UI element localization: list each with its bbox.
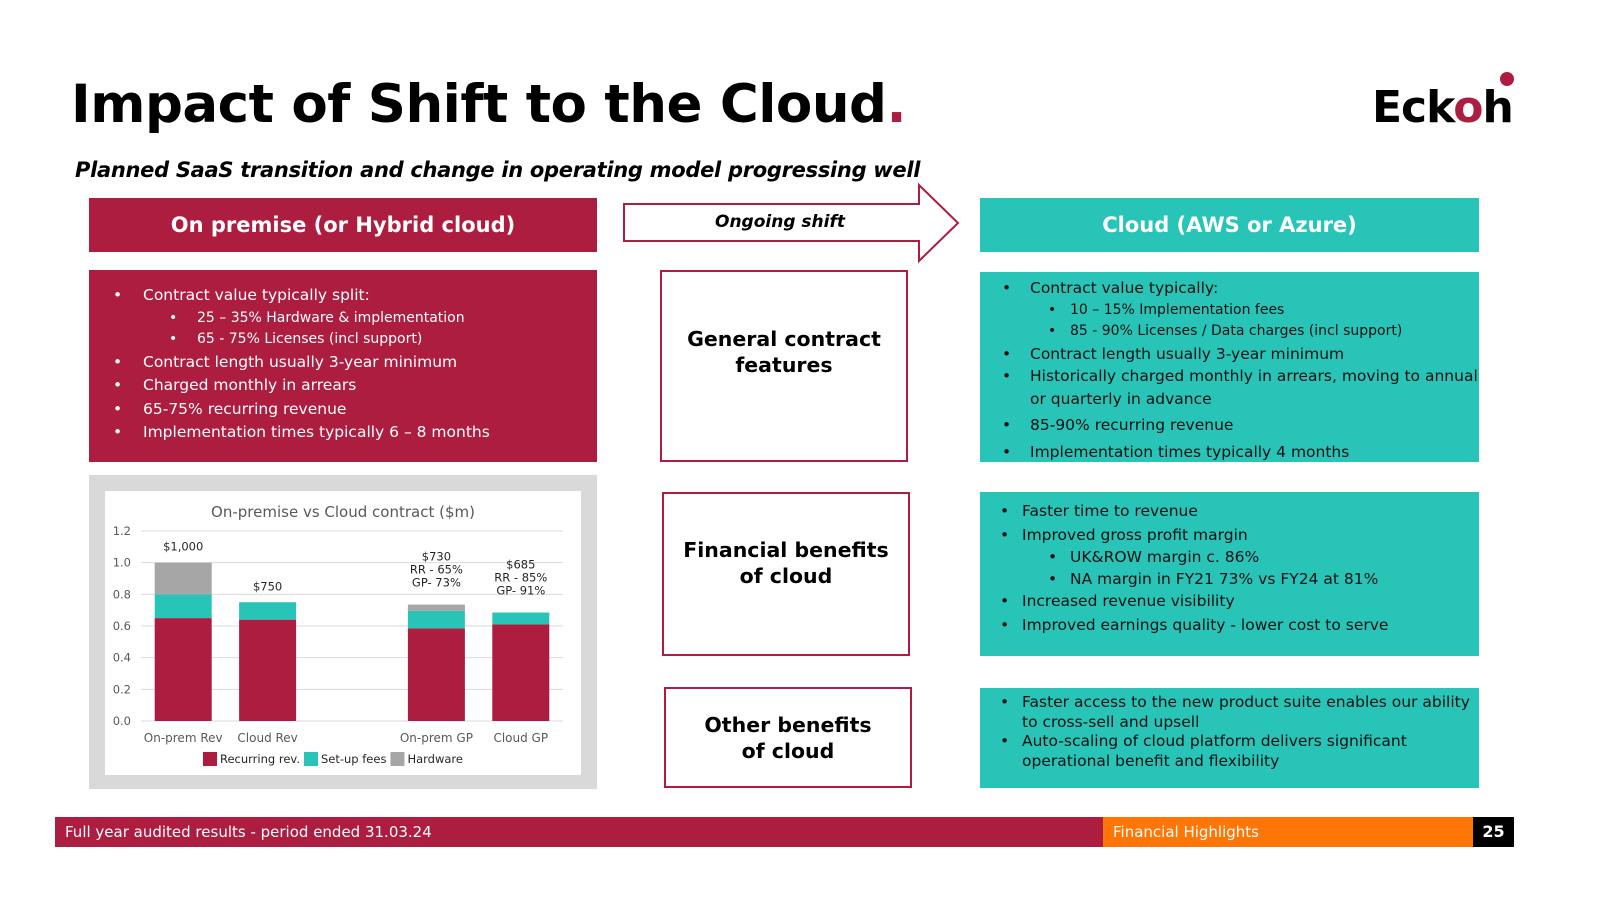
- sub-bullet-item: 85 - 90% Licenses / Data charges (incl s…: [980, 321, 1479, 343]
- bar-segment-recurring-rev: [407, 628, 465, 721]
- page-subtitle: Planned SaaS transition and change in op…: [75, 158, 921, 182]
- bullet-item: Implementation times typically 6 – 8 mon…: [89, 421, 597, 445]
- box-label-line: General contract: [687, 327, 881, 351]
- bullet-item: Contract length usually 3-year minimum: [980, 343, 1479, 366]
- bullet-item: Charged monthly in arrears: [89, 374, 597, 398]
- other-benefits-box: Other benefits of cloud: [664, 687, 912, 788]
- bar-segment-hardware: [407, 604, 465, 611]
- legend-swatch: [203, 752, 217, 766]
- bullet-item: Contract length usually 3-year minimum: [89, 351, 597, 375]
- bar-segment-set-up-fees: [154, 594, 212, 619]
- bullet-item: Improved earnings quality - lower cost t…: [980, 614, 1479, 638]
- box-label-line: Financial benefits: [683, 538, 889, 562]
- chart-title: On-premise vs Cloud contract ($m): [211, 503, 475, 521]
- bullet-item: Faster access to the new product suite e…: [980, 693, 1479, 732]
- sub-bullet-item: 65 - 75% Licenses (incl support): [89, 329, 597, 351]
- bullet-item: Contract value typically:: [980, 277, 1479, 300]
- legend-label: Recurring rev.: [220, 752, 300, 766]
- x-tick-label: On-prem Rev: [144, 731, 223, 745]
- data-label: RR - 85%: [494, 571, 547, 585]
- data-label: GP- 91%: [496, 584, 545, 598]
- general-contract-features-box: General contract features: [660, 270, 908, 462]
- y-tick-label: 0.4: [113, 651, 131, 665]
- footer-period-text: Full year audited results - period ended…: [55, 817, 1103, 847]
- logo-text-suffix: h: [1482, 82, 1513, 133]
- logo-dot-icon: [1500, 72, 1514, 86]
- bullet-item: 85-90% recurring revenue: [980, 414, 1479, 437]
- bullet-item: Improved gross profit margin: [980, 524, 1479, 548]
- page-title-text: Impact of Shift to the Cloud: [71, 74, 887, 135]
- bullet-item: Historically charged monthly in arrears,…: [980, 365, 1479, 410]
- title-accent-dot: .: [886, 74, 907, 135]
- data-label: $730: [422, 550, 451, 564]
- cloud-financial-benefits-panel: Faster time to revenue Improved gross pr…: [980, 492, 1479, 656]
- bullet-item: Auto-scaling of cloud platform delivers …: [980, 732, 1479, 771]
- x-tick-label: On-prem GP: [400, 731, 473, 745]
- cloud-header: Cloud (AWS or Azure): [980, 198, 1479, 252]
- cloud-financial-bullet-list: Faster time to revenue Improved gross pr…: [980, 500, 1479, 637]
- bar-segment-hardware: [154, 562, 212, 595]
- data-label: RR - 65%: [410, 563, 463, 577]
- chart-legend: Recurring rev. Set-up fees Hardware: [203, 752, 463, 766]
- box-label-line: of cloud: [741, 738, 835, 763]
- logo-text-accent: o: [1453, 82, 1483, 133]
- data-label: $1,000: [163, 540, 203, 554]
- bar-segment-set-up-fees: [492, 612, 550, 625]
- y-tick-label: 1.2: [113, 524, 131, 538]
- x-tick-label: Cloud Rev: [237, 731, 297, 745]
- bar-segment-recurring-rev: [492, 624, 550, 721]
- logo-text-prefix: Eck: [1372, 82, 1454, 133]
- legend-label: Set-up fees: [321, 752, 386, 766]
- bar-segment-recurring-rev: [154, 618, 212, 721]
- contract-chart: On-premise vs Cloud contract ($m) 0.0 0.2…: [105, 491, 581, 775]
- y-tick-label: 0.0: [113, 714, 131, 728]
- financial-benefits-box: Financial benefits of cloud: [662, 492, 910, 656]
- bullet-item: Implementation times typically 4 months: [980, 441, 1479, 464]
- box-label-line: features: [735, 353, 833, 377]
- cloud-general-bullet-list: Contract value typically: 10 – 15% Imple…: [980, 277, 1479, 463]
- bar-segment-recurring-rev: [239, 619, 297, 721]
- y-tick-label: 0.8: [113, 587, 131, 601]
- box-label-line: of cloud: [739, 564, 833, 588]
- ongoing-shift-label: Ongoing shift: [715, 212, 845, 232]
- page-title: Impact of Shift to the Cloud.: [71, 74, 907, 135]
- cloud-other-bullet-list: Faster access to the new product suite e…: [980, 693, 1479, 771]
- footer-section-label: Financial Highlights: [1103, 817, 1473, 847]
- contract-chart-svg: On-premise vs Cloud contract ($m) 0.0 0.2…: [113, 503, 563, 766]
- bullet-item: Contract value typically split:: [89, 284, 597, 308]
- sub-bullet-item: 25 – 35% Hardware & implementation: [89, 308, 597, 330]
- bullet-item: Faster time to revenue: [980, 500, 1479, 524]
- page-number: 25: [1473, 817, 1514, 847]
- x-tick-label: Cloud GP: [493, 731, 548, 745]
- bullet-item: Increased revenue visibility: [980, 590, 1479, 614]
- cloud-general-features-panel: Contract value typically: 10 – 15% Imple…: [980, 272, 1479, 463]
- contract-chart-frame: On-premise vs Cloud contract ($m) 0.0 0.2…: [89, 475, 597, 789]
- eckoh-logo: Eckoh: [1372, 82, 1514, 133]
- chart-data-labels: $1,000 $750 $730RR - 65%GP- 73% $685RR - 85…: [163, 540, 547, 598]
- cloud-other-benefits-panel: Faster access to the new product suite e…: [980, 688, 1479, 788]
- data-label: $750: [253, 579, 282, 593]
- y-tick-label: 0.6: [113, 619, 131, 633]
- legend-label: Hardware: [407, 752, 463, 766]
- legend-swatch: [390, 752, 405, 766]
- chart-y-ticks: 0.0 0.2 0.4 0.6 0.8 1.0 1.2: [113, 524, 131, 728]
- chart-x-ticks: On-prem Rev Cloud Rev On-prem GP Cloud GP: [144, 731, 548, 745]
- footer-bar: Full year audited results - period ended…: [55, 817, 1514, 847]
- y-tick-label: 1.0: [113, 556, 131, 570]
- box-label-line: Other benefits: [704, 712, 872, 737]
- bar-segment-set-up-fees: [239, 602, 297, 620]
- legend-swatch: [303, 752, 318, 766]
- sub-bullet-item: UK&ROW margin c. 86%: [980, 547, 1479, 569]
- chart-bars: [154, 562, 550, 721]
- data-label: GP- 73%: [412, 576, 461, 590]
- data-label: $685: [506, 558, 535, 572]
- y-tick-label: 0.2: [113, 682, 131, 696]
- bar-segment-set-up-fees: [407, 610, 465, 629]
- on-premise-header: On premise (or Hybrid cloud): [89, 198, 597, 252]
- sub-bullet-item: NA margin in FY21 73% vs FY24 at 81%: [980, 569, 1479, 591]
- on-premise-features-panel: Contract value typically split: 25 – 35%…: [89, 270, 597, 462]
- sub-bullet-item: 10 – 15% Implementation fees: [980, 300, 1479, 322]
- on-premise-bullet-list: Contract value typically split: 25 – 35%…: [89, 284, 597, 445]
- bullet-item: 65-75% recurring revenue: [89, 398, 597, 422]
